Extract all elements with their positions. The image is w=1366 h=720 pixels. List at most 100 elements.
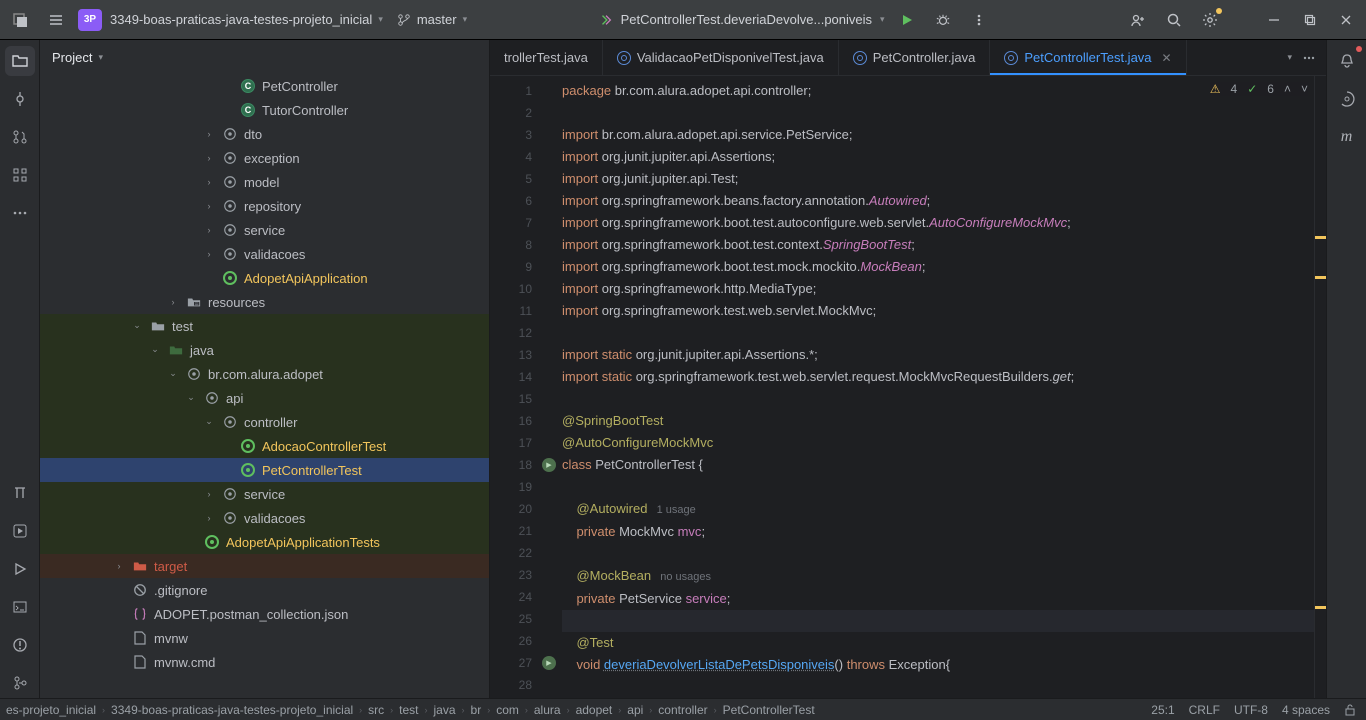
settings-button[interactable] xyxy=(1196,6,1224,34)
structure-tool-button[interactable] xyxy=(5,160,35,190)
code-line[interactable]: import static org.junit.jupiter.api.Asse… xyxy=(562,344,1314,366)
debug-button[interactable] xyxy=(929,6,957,34)
editor-tab[interactable]: trollerTest.java xyxy=(490,40,603,75)
tree-node[interactable]: ADOPET.postman_collection.json xyxy=(40,602,489,626)
code-line[interactable]: import static org.springframework.test.w… xyxy=(562,366,1314,388)
expand-icon[interactable]: › xyxy=(202,513,216,523)
code-line[interactable]: @MockBean no usages xyxy=(562,565,1314,588)
tree-node[interactable]: ⌄br.com.alura.adopet xyxy=(40,362,489,386)
code-line[interactable] xyxy=(562,102,1314,124)
tree-node[interactable]: mvnw.cmd xyxy=(40,650,489,674)
breadcrumb-item[interactable]: test xyxy=(399,703,418,717)
breadcrumb-item[interactable]: alura xyxy=(534,703,561,717)
breadcrumb-item[interactable]: PetControllerTest xyxy=(723,703,815,717)
tree-node[interactable]: ›dto xyxy=(40,122,489,146)
tree-node[interactable]: mvnw xyxy=(40,626,489,650)
code-line[interactable]: @SpringBootTest xyxy=(562,410,1314,432)
window-close-button[interactable] xyxy=(1332,6,1360,34)
breadcrumb-item[interactable]: adopet xyxy=(576,703,613,717)
breadcrumb-item[interactable]: com xyxy=(496,703,519,717)
search-everywhere-button[interactable] xyxy=(1160,6,1188,34)
run-button[interactable] xyxy=(893,6,921,34)
expand-icon[interactable]: ⌄ xyxy=(148,344,162,355)
editor[interactable]: 1234567891011121314151617181920212223242… xyxy=(490,76,1326,698)
maven-tool-button[interactable]: m xyxy=(1332,122,1362,152)
editor-tab[interactable]: ValidacaoPetDisponivelTest.java xyxy=(603,40,839,75)
breadcrumb-item[interactable]: java xyxy=(434,703,456,717)
code-line[interactable] xyxy=(562,476,1314,498)
code-line[interactable]: import org.springframework.boot.test.con… xyxy=(562,234,1314,256)
readonly-lock-icon[interactable] xyxy=(1344,704,1356,716)
ai-assistant-tool-button[interactable] xyxy=(1332,84,1362,114)
code-line[interactable]: import org.springframework.test.web.serv… xyxy=(562,300,1314,322)
code-line[interactable]: void deveriaDevolverListaDePetsDisponive… xyxy=(562,654,1314,676)
project-tree[interactable]: CPetControllerCTutorController›dto›excep… xyxy=(40,74,489,698)
tree-node[interactable]: ⌄controller xyxy=(40,410,489,434)
tree-node[interactable]: ›target xyxy=(40,554,489,578)
code-line[interactable] xyxy=(562,543,1314,565)
breadcrumb[interactable]: es-projeto_inicial›3349-boas-praticas-ja… xyxy=(0,703,1151,717)
expand-icon[interactable]: ⌄ xyxy=(166,368,180,379)
inspection-widget[interactable]: ⚠ 4 ✓ 6 ˄ ˅ xyxy=(1210,82,1308,96)
run-tool-button[interactable] xyxy=(5,554,35,584)
expand-icon[interactable]: › xyxy=(202,225,216,235)
expand-icon[interactable]: ⌄ xyxy=(202,416,216,427)
caret-position[interactable]: 25:1 xyxy=(1151,703,1174,717)
error-stripe[interactable] xyxy=(1314,76,1326,698)
code-line[interactable]: import org.springframework.http.MediaTyp… xyxy=(562,278,1314,300)
breadcrumb-item[interactable]: br xyxy=(471,703,482,717)
hamburger-menu-icon[interactable] xyxy=(42,6,70,34)
tree-node[interactable]: CTutorController xyxy=(40,98,489,122)
window-maximize-button[interactable] xyxy=(1296,6,1324,34)
window-minimize-button[interactable] xyxy=(1260,6,1288,34)
tree-node[interactable]: ⌄test xyxy=(40,314,489,338)
project-view-header[interactable]: Project ▾ xyxy=(40,40,489,74)
tree-node[interactable]: AdopetApiApplication xyxy=(40,266,489,290)
code-line[interactable] xyxy=(562,322,1314,344)
tabs-more-icon[interactable] xyxy=(1302,51,1316,65)
more-tool-button[interactable] xyxy=(5,198,35,228)
git-branch-selector[interactable]: master ▾ xyxy=(397,12,467,27)
notifications-tool-button[interactable] xyxy=(1332,46,1362,76)
terminal-tool-button[interactable] xyxy=(5,592,35,622)
code-with-me-button[interactable] xyxy=(1124,6,1152,34)
tab-close-icon[interactable]: ✕ xyxy=(1162,51,1172,65)
code-line[interactable] xyxy=(562,676,1314,698)
file-encoding[interactable]: UTF-8 xyxy=(1234,703,1268,717)
services-tool-button[interactable] xyxy=(5,516,35,546)
code-line[interactable]: @Autowired 1 usage xyxy=(562,498,1314,521)
tree-node[interactable]: ›validacoes xyxy=(40,506,489,530)
expand-icon[interactable]: › xyxy=(112,561,126,571)
expand-icon[interactable]: › xyxy=(202,489,216,499)
expand-icon[interactable]: › xyxy=(202,177,216,187)
run-config-selector[interactable]: PetControllerTest.deveriaDevolve...poniv… xyxy=(599,12,885,27)
breadcrumb-item[interactable]: controller xyxy=(658,703,707,717)
tree-node[interactable]: ›exception xyxy=(40,146,489,170)
expand-icon[interactable]: › xyxy=(166,297,180,307)
run-gutter[interactable]: ▶▶ xyxy=(538,76,562,698)
code-line[interactable]: import org.springframework.boot.test.aut… xyxy=(562,212,1314,234)
expand-icon[interactable]: › xyxy=(202,249,216,259)
more-actions-button[interactable] xyxy=(965,6,993,34)
prev-highlight-icon[interactable]: ˄ xyxy=(1284,82,1291,96)
code-line[interactable]: import org.springframework.beans.factory… xyxy=(562,190,1314,212)
run-line-icon[interactable]: ▶ xyxy=(542,458,556,472)
next-highlight-icon[interactable]: ˅ xyxy=(1301,82,1308,96)
main-menu-button[interactable] xyxy=(6,6,34,34)
expand-icon[interactable]: ⌄ xyxy=(184,392,198,403)
breadcrumb-item[interactable]: 3349-boas-praticas-java-testes-projeto_i… xyxy=(111,703,353,717)
expand-icon[interactable]: › xyxy=(202,153,216,163)
breadcrumb-item[interactable]: src xyxy=(368,703,384,717)
expand-icon[interactable]: › xyxy=(202,129,216,139)
code-line[interactable]: private MockMvc mvc; xyxy=(562,521,1314,543)
tree-node[interactable]: PetControllerTest xyxy=(40,458,489,482)
line-separator[interactable]: CRLF xyxy=(1189,703,1220,717)
breadcrumb-item[interactable]: es-projeto_inicial xyxy=(6,703,96,717)
code-line[interactable]: package br.com.alura.adopet.api.controll… xyxy=(562,80,1314,102)
tree-node[interactable]: .gitignore xyxy=(40,578,489,602)
commit-tool-button[interactable] xyxy=(5,84,35,114)
pull-requests-tool-button[interactable] xyxy=(5,122,35,152)
breadcrumb-item[interactable]: api xyxy=(627,703,643,717)
code-line[interactable] xyxy=(562,610,1314,632)
project-tool-button[interactable] xyxy=(5,46,35,76)
